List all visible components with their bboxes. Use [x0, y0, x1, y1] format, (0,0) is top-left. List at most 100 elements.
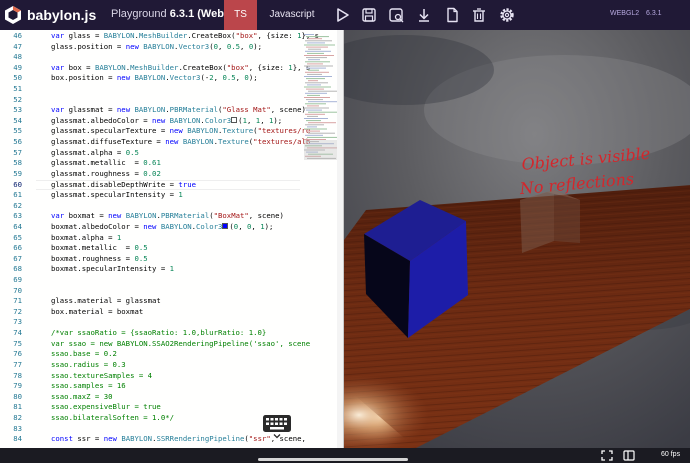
code-line[interactable]: 49 var box = BABYLON.MeshBuilder.CreateBo… — [0, 63, 310, 74]
code-line[interactable]: 73 — [0, 317, 300, 328]
code-line[interactable]: 80 ssao.maxZ = 30 — [0, 392, 300, 403]
settings-icon[interactable] — [498, 6, 516, 24]
code-line[interactable]: 74 /*var ssaoRatio = {ssaoRatio: 1.0,blur… — [0, 328, 300, 339]
editor-toggle-icon[interactable] — [623, 450, 635, 461]
code-line[interactable]: 76 ssao.base = 0.2 — [0, 349, 300, 360]
minimap-line — [304, 76, 332, 77]
code-line[interactable]: 59 glassmat.roughness = 0.02 — [0, 169, 300, 180]
code-text[interactable]: glassmat.disableDepthWrite = true — [51, 180, 196, 191]
code-text[interactable]: glassmat.alpha = 0.5 — [51, 148, 139, 159]
code-line[interactable]: 58 glassmat.metallic = 0.61 — [0, 158, 300, 169]
code-line[interactable]: 79 ssao.samples = 16 — [0, 381, 300, 392]
code-text[interactable]: ssao.radius = 0.3 — [51, 360, 126, 371]
code-line[interactable]: 60 glassmat.disableDepthWrite = true — [0, 179, 300, 191]
code-text[interactable]: boxmat.albedoColor = new BABYLON.Color3(… — [51, 222, 273, 233]
download-icon[interactable] — [415, 6, 433, 24]
code-line[interactable]: 56 glassmat.diffuseTexture = new BABYLON.… — [0, 137, 310, 148]
color-swatch[interactable] — [222, 222, 229, 229]
code-line[interactable]: 78 ssao.textureSamples = 4 — [0, 371, 300, 382]
code-editor[interactable]: 46 var glass = BABYLON.MeshBuilder.Create… — [0, 30, 344, 448]
code-text[interactable]: ssao.maxZ = 30 — [51, 392, 113, 403]
code-line[interactable]: 72 box.material = boxmat — [0, 307, 300, 318]
line-number: 84 — [13, 434, 22, 444]
code-line[interactable]: 47 glass.position = new BABYLON.Vector3(0… — [0, 42, 300, 53]
minimap-line — [305, 103, 326, 105]
code-line[interactable]: 68 boxmat.specularIntensity = 1 — [0, 264, 300, 275]
babylon-logo[interactable]: babylon.js — [4, 4, 96, 26]
code-line[interactable]: 50 box.position = new BABYLON.Vector3(-2,… — [0, 73, 300, 84]
code-line[interactable]: 67 boxmat.roughness = 0.5 — [0, 254, 300, 265]
code-text[interactable]: box.position = new BABYLON.Vector3(-2, 0… — [51, 73, 258, 84]
code-text[interactable]: ssao.samples = 16 — [51, 381, 126, 392]
code-line[interactable]: 65 boxmat.alpha = 1 — [0, 233, 300, 244]
code-line[interactable]: 71 glass.material = glassmat — [0, 296, 300, 307]
play-icon[interactable] — [333, 6, 351, 24]
code-text[interactable]: ssao.expensiveBlur = true — [51, 402, 161, 413]
3d-scene: Object is visible No reflections — [344, 30, 690, 448]
babylon-version-label[interactable]: 6.3.1 — [646, 10, 662, 17]
code-line[interactable]: 64 boxmat.albedoColor = new BABYLON.Color… — [0, 222, 300, 233]
code-text[interactable]: /*var ssaoRatio = {ssaoRatio: 1.0,blurRa… — [51, 328, 266, 339]
clear-icon[interactable] — [470, 6, 488, 24]
code-text[interactable]: glassmat.specularTexture = new BABYLON.T… — [51, 126, 310, 137]
code-text[interactable]: var glassmat = new BABYLON.PBRMaterial("… — [51, 105, 306, 116]
webgl-version-label[interactable]: WEBGL2 — [610, 10, 639, 17]
code-text[interactable]: ssao.base = 0.2 — [51, 349, 117, 360]
code-text[interactable]: glass.position = new BABYLON.Vector3(0, … — [51, 42, 262, 53]
code-line[interactable]: 53 var glassmat = new BABYLON.PBRMaterial… — [0, 105, 306, 116]
code-text[interactable]: glass.material = glassmat — [51, 296, 161, 307]
code-line[interactable]: 46 var glass = BABYLON.MeshBuilder.Create… — [0, 31, 319, 42]
code-line[interactable]: 77 ssao.radius = 0.3 — [0, 360, 300, 371]
code-text[interactable]: glassmat.specularIntensity = 1 — [51, 190, 183, 201]
code-line[interactable]: 66 boxmat.metallic = 0.5 — [0, 243, 300, 254]
code-lines[interactable]: 46 var glass = BABYLON.MeshBuilder.Create… — [0, 31, 319, 445]
code-line[interactable]: 69 — [0, 275, 300, 286]
code-line[interactable]: 48 — [0, 52, 300, 63]
minimap-line — [305, 124, 324, 126]
code-text[interactable]: boxmat.metallic = 0.5 — [51, 243, 148, 254]
fullscreen-icon[interactable] — [601, 450, 613, 461]
code-line[interactable]: 62 — [0, 201, 300, 212]
code-text[interactable]: glassmat.metallic = 0.61 — [51, 158, 161, 169]
new-file-icon[interactable] — [443, 6, 461, 24]
color-swatch[interactable] — [231, 116, 238, 123]
code-line[interactable]: 75 var ssao = new BABYLON.SSAO2RenderingP… — [0, 339, 310, 350]
code-line[interactable]: 57 glassmat.alpha = 0.5 — [0, 148, 300, 159]
keyboard-icon[interactable] — [262, 413, 292, 439]
code-line[interactable]: 70 — [0, 286, 300, 297]
code-text[interactable]: var glass = BABYLON.MeshBuilder.CreateBo… — [51, 31, 319, 42]
code-line[interactable]: 54 glassmat.albedoColor = new BABYLON.Col… — [0, 116, 300, 127]
minimap-line — [308, 80, 318, 82]
minimap-line — [304, 128, 327, 130]
code-line[interactable]: 52 — [0, 95, 300, 106]
code-text[interactable]: var ssao = new BABYLON.SSAO2RenderingPip… — [51, 339, 310, 350]
render-canvas[interactable]: Object is visible No reflections — [344, 30, 690, 448]
code-line[interactable]: 82 ssao.bilateralSoften = 1.0*/ — [0, 413, 300, 424]
editor-scrollbar[interactable] — [337, 30, 343, 448]
code-line[interactable]: 83 — [0, 424, 300, 435]
code-text[interactable]: glassmat.roughness = 0.02 — [51, 169, 161, 180]
code-line[interactable]: 81 ssao.expensiveBlur = true — [0, 402, 300, 413]
minimap-line — [307, 42, 325, 44]
code-text[interactable]: boxmat.specularIntensity = 1 — [51, 264, 174, 275]
save-icon[interactable] — [360, 6, 378, 24]
code-text[interactable]: var boxmat = new BABYLON.PBRMaterial("Bo… — [51, 211, 284, 222]
code-line[interactable]: 51 — [0, 84, 300, 95]
code-text[interactable]: boxmat.roughness = 0.5 — [51, 254, 148, 265]
code-text[interactable]: ssao.bilateralSoften = 1.0*/ — [51, 413, 174, 424]
code-text[interactable]: boxmat.alpha = 1 — [51, 233, 121, 244]
inspector-icon[interactable] — [387, 6, 405, 24]
tab-typescript[interactable]: TS — [224, 0, 257, 30]
home-indicator[interactable] — [258, 458, 408, 461]
code-text[interactable]: var box = BABYLON.MeshBuilder.CreateBox(… — [51, 63, 310, 74]
code-text[interactable]: ssao.textureSamples = 4 — [51, 371, 152, 382]
code-line[interactable]: 55 glassmat.specularTexture = new BABYLON… — [0, 126, 310, 137]
code-text[interactable]: glassmat.albedoColor = new BABYLON.Color… — [51, 116, 282, 127]
code-line[interactable]: 63 var boxmat = new BABYLON.PBRMaterial("… — [0, 211, 300, 222]
code-text[interactable]: box.material = boxmat — [51, 307, 143, 318]
tab-javascript[interactable]: Javascript — [257, 0, 327, 30]
code-text[interactable]: glassmat.diffuseTexture = new BABYLON.Te… — [51, 137, 310, 148]
line-number: 76 — [13, 349, 22, 359]
code-line[interactable]: 61 glassmat.specularIntensity = 1 — [0, 190, 300, 201]
code-line[interactable]: 84 const ssr = new BABYLON.SSRRenderingPi… — [0, 434, 306, 445]
